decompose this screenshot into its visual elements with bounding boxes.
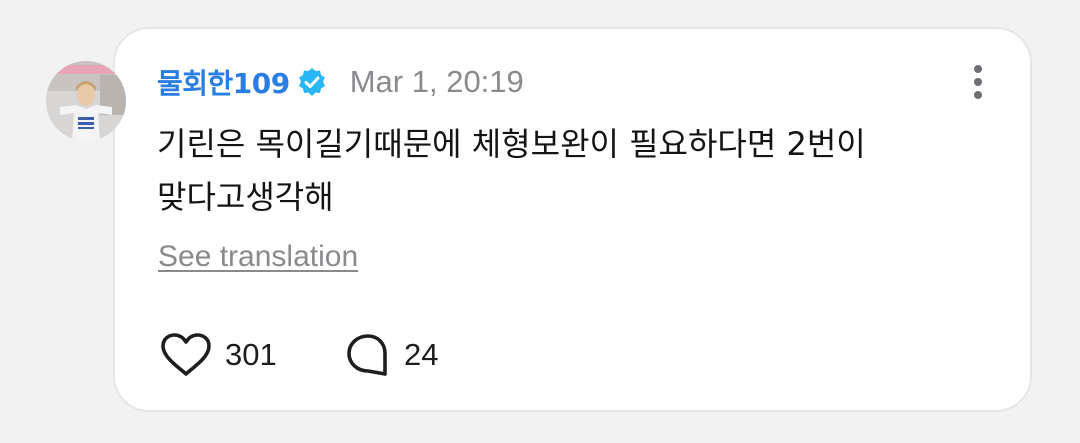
avatar[interactable]	[46, 61, 126, 141]
author-name[interactable]: 물회한109	[157, 62, 290, 102]
comment-text: 기린은 목이길기때문에 체형보완이 필요하다면 2번이 맞다고생각해	[157, 125, 866, 216]
speech-bubble-icon	[347, 334, 387, 376]
heart-icon	[161, 333, 211, 376]
comment-header: 물회한109 Mar 1, 20:19	[157, 58, 524, 106]
reply-button[interactable]: 24	[344, 330, 438, 380]
more-options-button[interactable]	[964, 62, 992, 102]
like-button[interactable]: 301	[159, 330, 277, 380]
see-translation-link[interactable]: See translation	[158, 240, 358, 274]
reply-count: 24	[404, 337, 439, 372]
comment-timestamp: Mar 1, 20:19	[349, 64, 524, 99]
vertical-ellipsis-icon	[974, 65, 982, 99]
verified-badge-icon	[296, 66, 328, 98]
avatar-image	[46, 61, 126, 141]
like-count: 301	[225, 337, 277, 372]
